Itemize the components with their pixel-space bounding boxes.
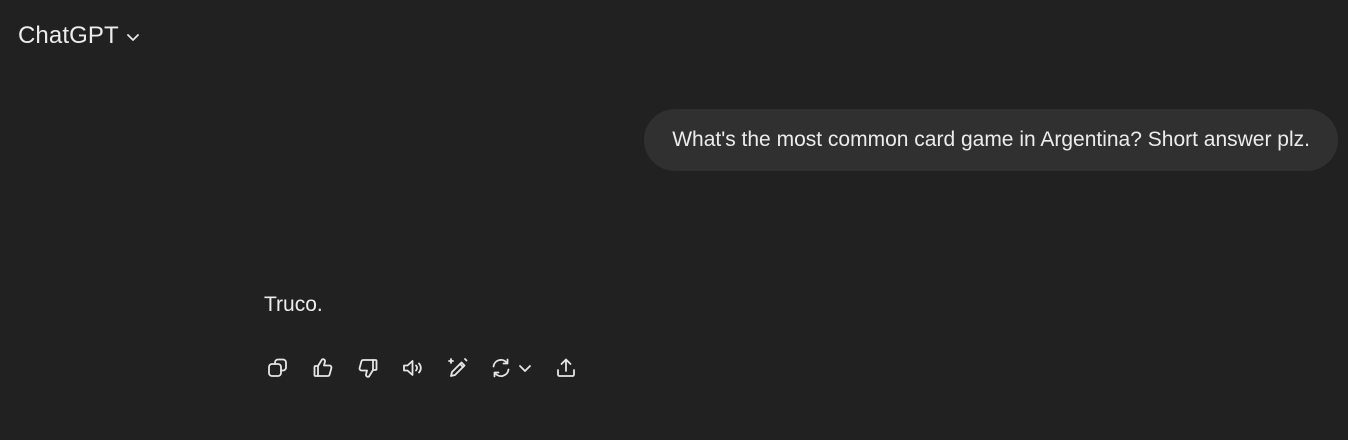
regenerate-button[interactable]: [489, 354, 535, 382]
read-aloud-button[interactable]: [399, 354, 427, 382]
thumbs-down-button[interactable]: [354, 354, 382, 382]
share-button[interactable]: [552, 354, 580, 382]
edit-button[interactable]: [444, 354, 472, 382]
message-action-bar: [264, 354, 597, 382]
chat-window: ChatGPT What's the most common card game…: [0, 0, 1348, 440]
share-icon: [557, 358, 575, 377]
thumbs-up-button[interactable]: [309, 354, 337, 382]
model-selector[interactable]: ChatGPT: [18, 18, 141, 54]
chevron-down-icon: [519, 365, 531, 372]
thumbs-up-icon: [313, 358, 333, 377]
user-message-text: What's the most common card game in Arge…: [672, 128, 1310, 151]
user-message-bubble: What's the most common card game in Arge…: [644, 109, 1338, 171]
regenerate-icon: [492, 358, 510, 378]
edit-icon: [448, 358, 468, 377]
assistant-message-text: Truco.: [264, 293, 323, 316]
chevron-down-icon: [125, 29, 141, 45]
read-aloud-icon: [403, 360, 422, 376]
copy-icon: [268, 358, 287, 377]
copy-button[interactable]: [264, 354, 292, 382]
model-name: ChatGPT: [18, 22, 119, 49]
thumbs-down-icon: [358, 359, 378, 378]
assistant-message: Truco.: [264, 293, 323, 317]
